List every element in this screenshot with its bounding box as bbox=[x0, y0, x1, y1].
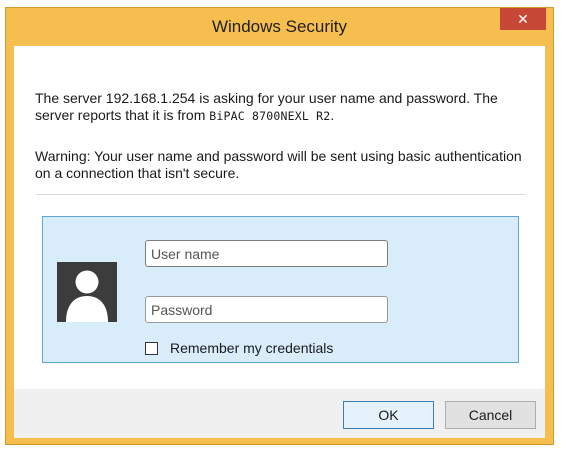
cancel-button[interactable]: Cancel bbox=[445, 401, 536, 429]
remember-checkbox[interactable] bbox=[145, 341, 158, 355]
server-message: The server 192.168.1.254 is asking for y… bbox=[35, 90, 525, 125]
close-icon: ✕ bbox=[517, 10, 529, 27]
credential-tile[interactable]: Remember my credentials bbox=[42, 216, 519, 363]
device-name: BiPAC 8700NEXL R2 bbox=[209, 109, 331, 123]
windows-security-dialog: Windows Security ✕ The server 192.168.1.… bbox=[5, 7, 554, 445]
dialog-title: Windows Security bbox=[211, 17, 348, 36]
security-warning: Warning: Your user name and password wil… bbox=[35, 148, 522, 181]
server-message-end: . bbox=[330, 107, 335, 123]
password-input[interactable] bbox=[145, 296, 388, 323]
dialog-body: The server 192.168.1.254 is asking for y… bbox=[14, 46, 545, 438]
user-avatar-icon bbox=[57, 262, 117, 322]
title-bar[interactable]: Windows Security ✕ bbox=[6, 8, 553, 46]
username-input[interactable] bbox=[145, 240, 388, 267]
remember-credentials-option[interactable]: Remember my credentials bbox=[145, 339, 333, 357]
divider bbox=[36, 194, 525, 195]
button-bar: OK Cancel bbox=[14, 389, 545, 438]
close-button[interactable]: ✕ bbox=[500, 8, 546, 30]
ok-button[interactable]: OK bbox=[343, 401, 434, 429]
remember-label: Remember my credentials bbox=[170, 340, 334, 356]
